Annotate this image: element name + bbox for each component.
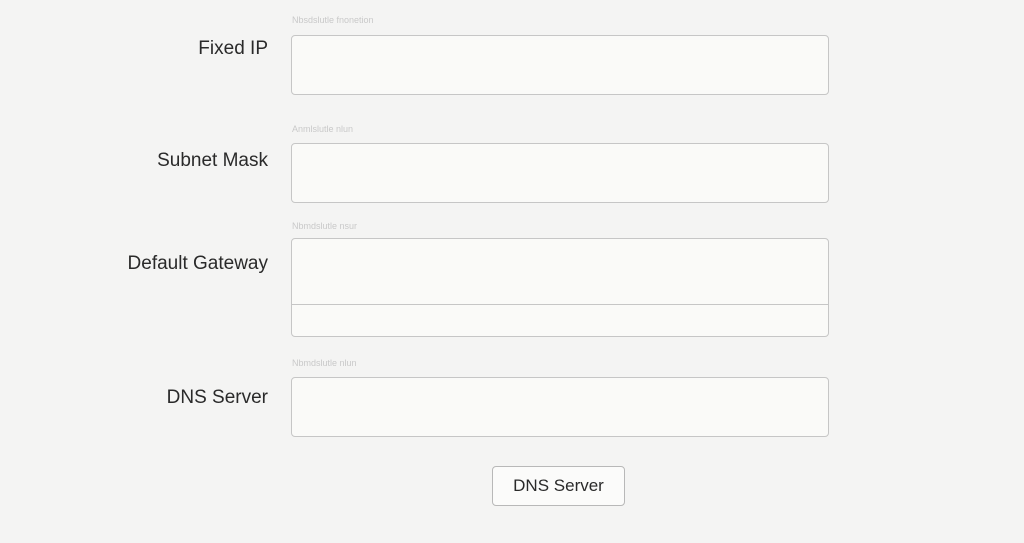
network-settings-form: Nbsdslutle fnonetion Fixed IP Anmlslutle… (0, 0, 1024, 543)
fixed-ip-hint: Nbsdslutle fnonetion (292, 15, 374, 25)
subnet-mask-label: Subnet Mask (157, 150, 268, 171)
default-gateway-divider (292, 304, 828, 305)
dns-server-button[interactable]: DNS Server (492, 466, 625, 506)
dns-server-hint: Nbmdslutle nlun (292, 358, 357, 368)
dns-server-label: DNS Server (166, 387, 268, 408)
default-gateway-hint: Nbmdslutle nsur (292, 221, 358, 231)
dns-server-input[interactable] (291, 377, 829, 437)
fixed-ip-label: Fixed IP (198, 38, 268, 59)
default-gateway-label: Default Gateway (127, 253, 268, 274)
default-gateway-input[interactable] (291, 238, 829, 337)
subnet-mask-hint: Anmlslutle nlun (292, 124, 354, 134)
subnet-mask-input[interactable] (291, 143, 829, 203)
fixed-ip-input[interactable] (291, 35, 829, 95)
